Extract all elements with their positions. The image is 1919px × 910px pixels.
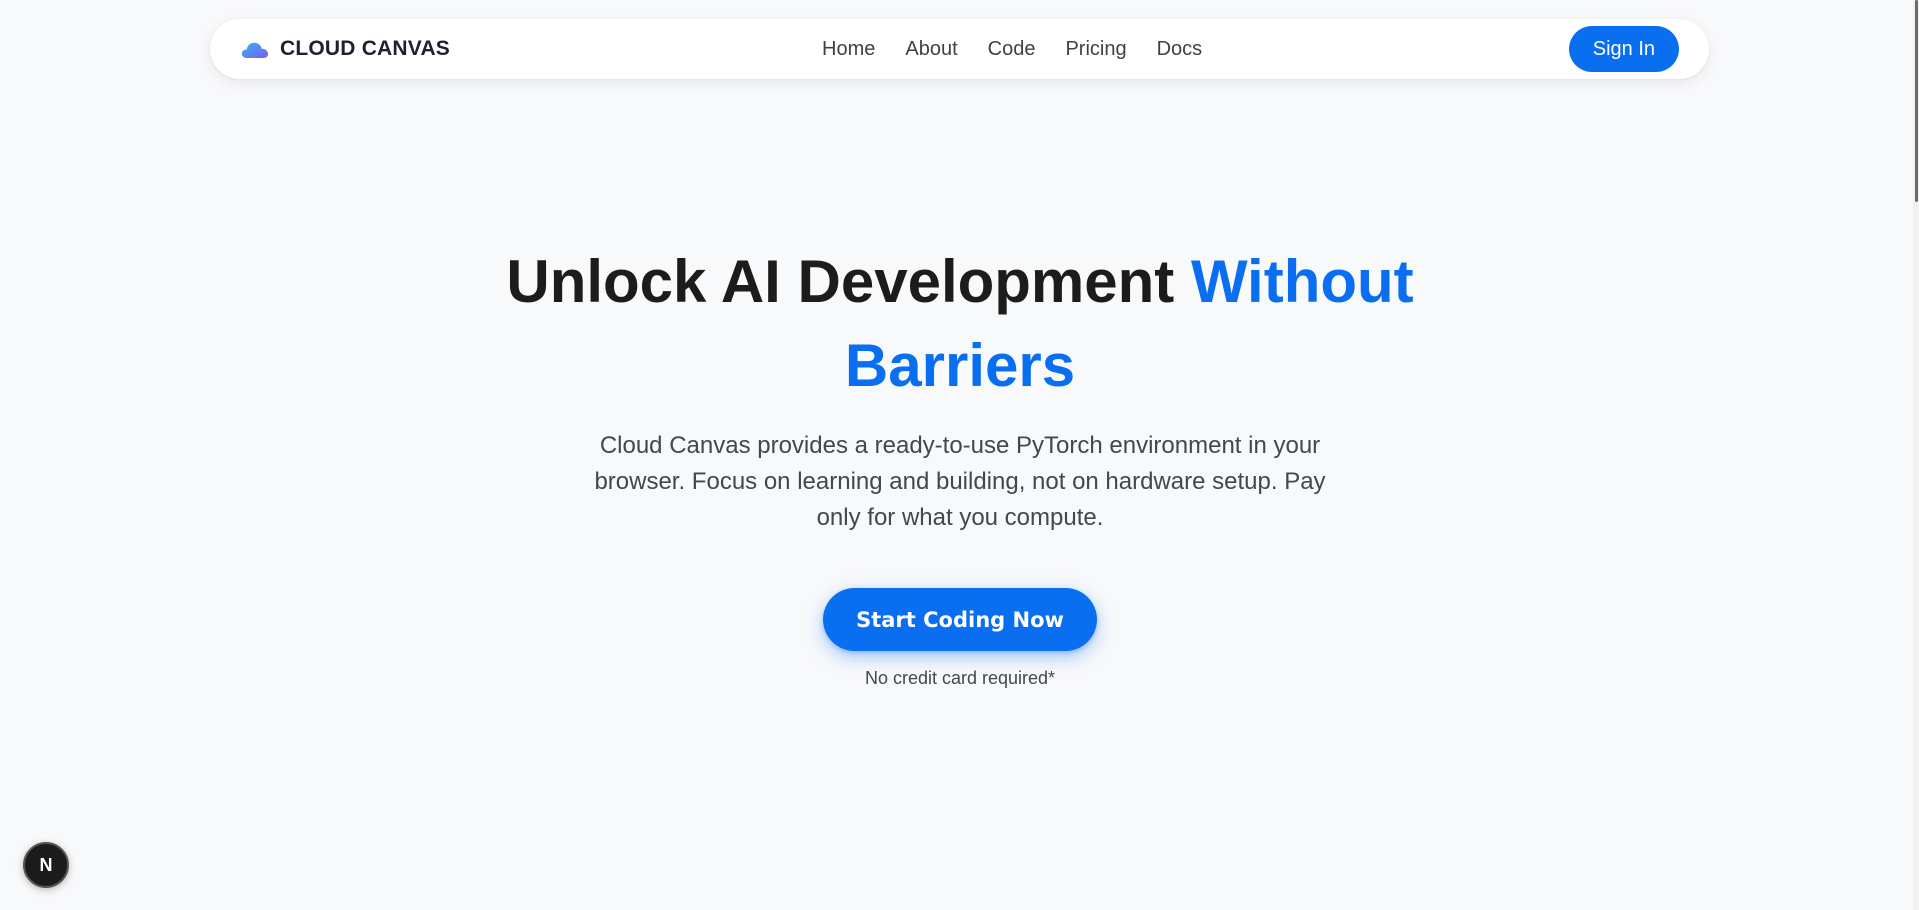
n-badge-button[interactable]: N xyxy=(23,842,69,888)
hero-subtitle: Cloud Canvas provides a ready-to-use PyT… xyxy=(594,432,1326,531)
cloud-icon xyxy=(241,42,268,58)
hero-title: Unlock AI Development Without Barriers xyxy=(460,240,1460,408)
scrollbar-thumb[interactable] xyxy=(1915,0,1918,202)
nav-link-pricing[interactable]: Pricing xyxy=(1065,38,1126,61)
brand-logo-link[interactable]: CLOUD CANVAS xyxy=(240,19,450,79)
page-scrollbar[interactable] xyxy=(1913,0,1919,910)
cta-note: No credit card required* xyxy=(864,668,1056,688)
n-badge-label: N xyxy=(39,854,53,875)
nav-link-about[interactable]: About xyxy=(905,38,957,61)
brand-name: CLOUD CANVAS xyxy=(280,37,451,60)
nav-link-code[interactable]: Code xyxy=(988,38,1036,61)
start-coding-button[interactable]: Start Coding Now xyxy=(823,588,1097,651)
nav-links: Home About Code Pricing Docs xyxy=(822,19,1202,79)
sign-in-button[interactable]: Sign In xyxy=(1568,26,1679,72)
nav-link-docs[interactable]: Docs xyxy=(1157,38,1203,61)
hero-title-main: Unlock AI Development xyxy=(506,248,1175,315)
top-navbar: CLOUD CANVAS Home About Code Pricing Doc… xyxy=(210,19,1709,79)
page: CLOUD CANVAS Home About Code Pricing Doc… xyxy=(0,0,1919,910)
nav-link-home[interactable]: Home xyxy=(822,38,875,61)
